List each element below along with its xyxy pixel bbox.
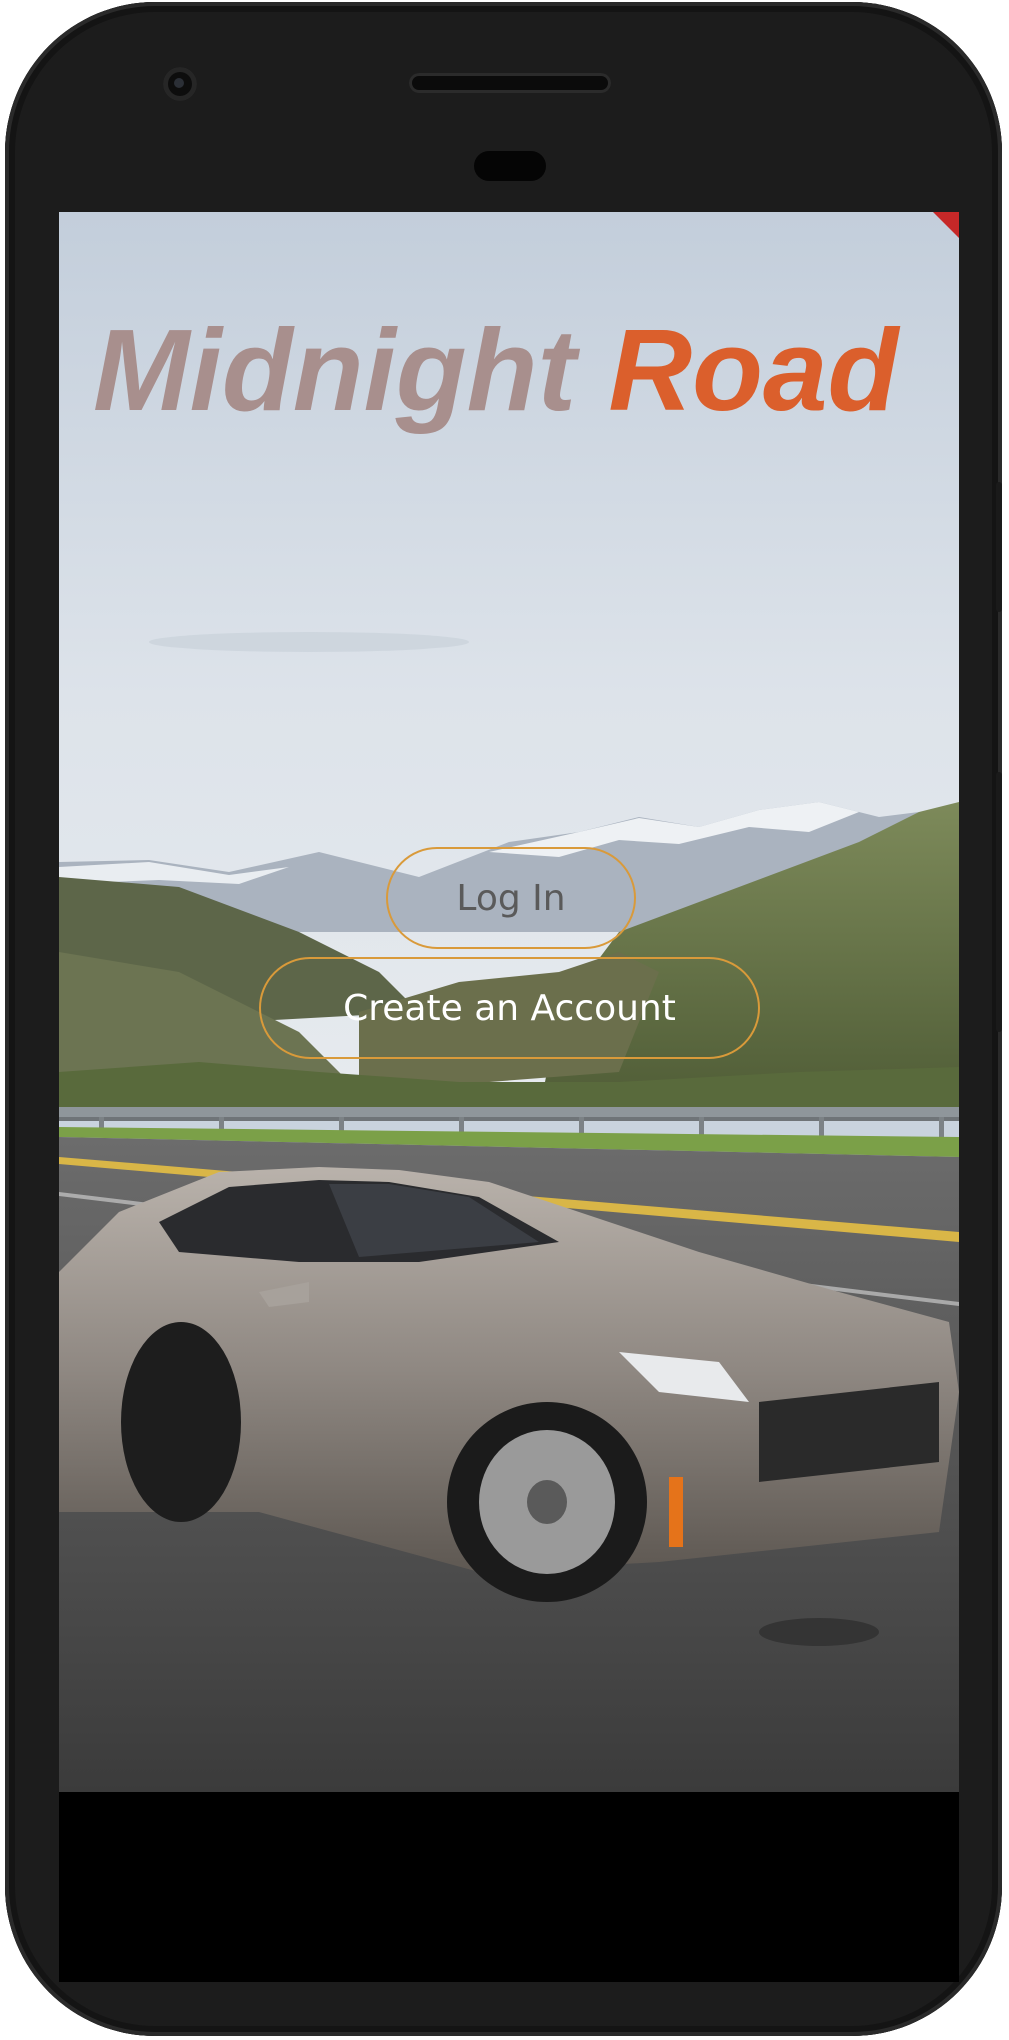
proximity-sensor [474,151,546,181]
phone-chin [59,1792,959,1982]
title-word-midnight: Midnight [93,305,577,435]
app-screen: Midnight Road Log In Create an Account [59,212,959,1792]
login-button-label: Log In [456,877,566,919]
volume-rocker [996,772,1002,1032]
login-button[interactable]: Log In [386,847,636,949]
app-title: Midnight Road [93,312,953,428]
create-account-button[interactable]: Create an Account [259,957,760,1059]
title-word-road: Road [608,305,899,435]
front-camera-icon [163,67,197,101]
create-account-button-label: Create an Account [343,987,676,1029]
debug-banner [933,212,959,238]
phone-frame: Midnight Road Log In Create an Account [5,2,1002,2036]
power-button [996,482,1002,612]
earpiece-speaker [409,73,611,93]
